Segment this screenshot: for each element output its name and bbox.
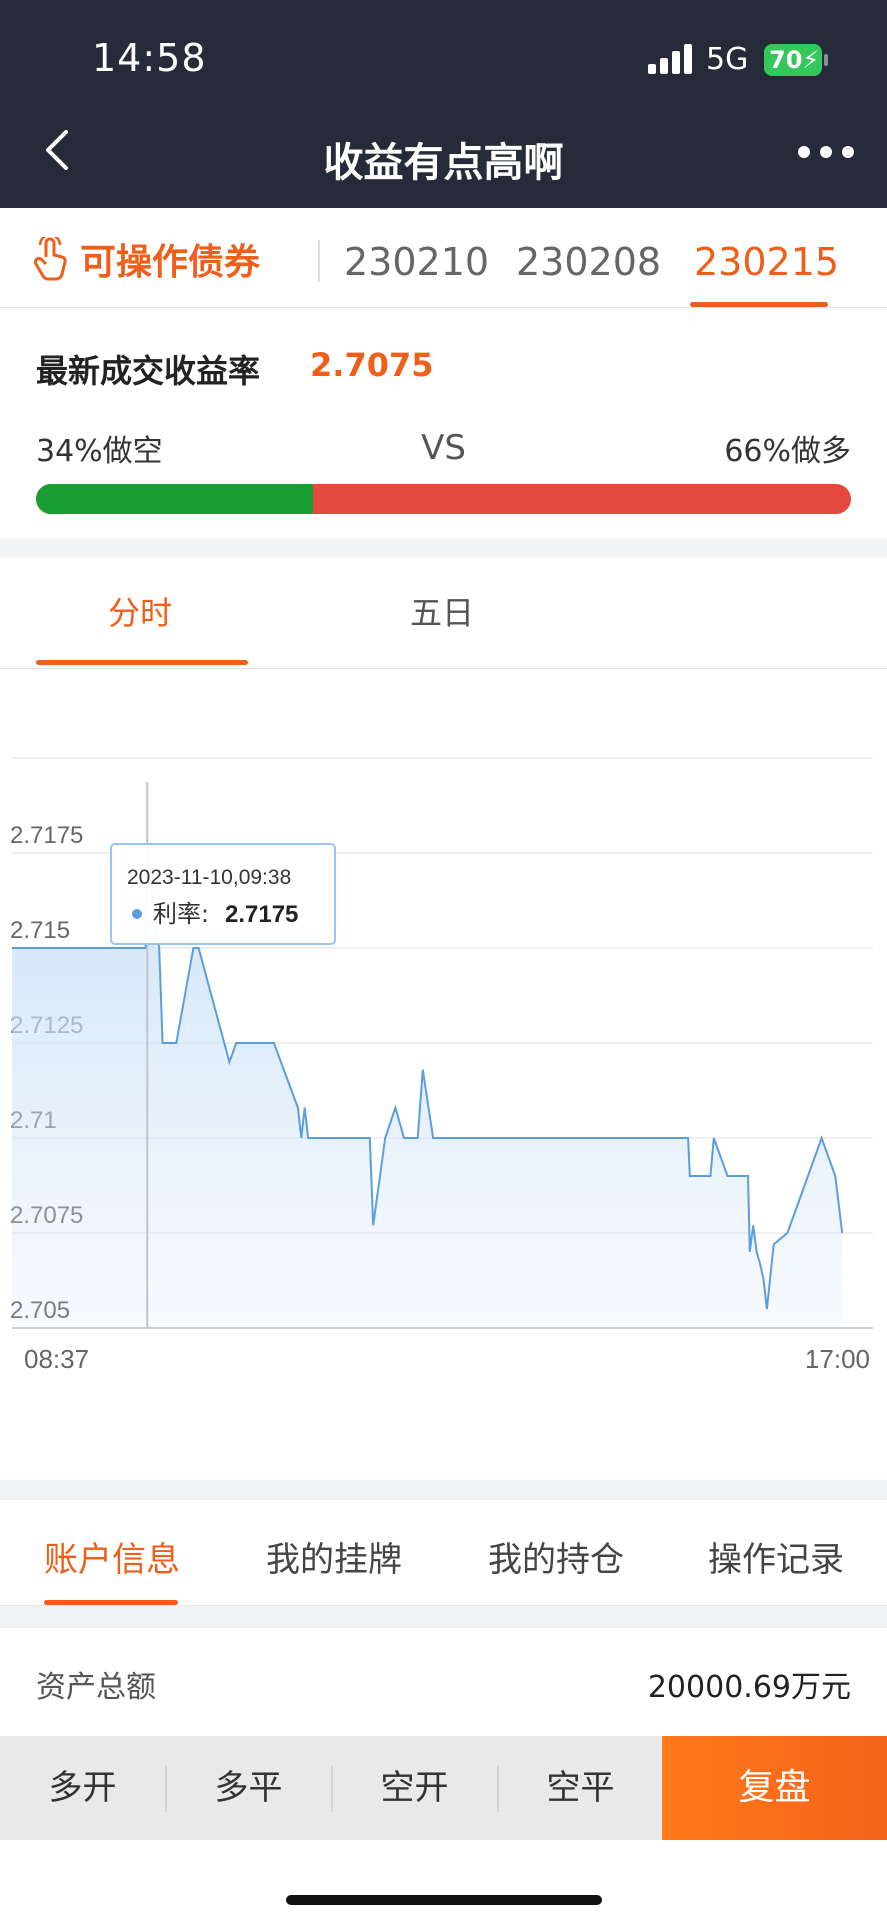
intraday-rate-chart[interactable]: 2.71752.7152.71252.712.70752.70508:3717:… — [0, 738, 887, 1480]
latest-rate-value: 2.7075 — [310, 346, 434, 384]
y-tick-label: 2.7175 — [10, 822, 83, 849]
page-title: 收益有点高啊 — [323, 140, 564, 186]
tab-intraday[interactable]: 分时 — [108, 588, 172, 634]
tab-my-positions[interactable]: 我的持仓 — [488, 1532, 624, 1581]
operable-bonds-text: 可操作债券 — [80, 242, 261, 283]
top-bar: 14:58 5G 70⚡ 收益有点高啊 — [0, 0, 887, 208]
bond-tab-230210[interactable]: 230210 — [344, 240, 489, 284]
tooltip-value: 2.7175 — [225, 901, 298, 928]
account-tab-underline — [44, 1600, 178, 1605]
x-tick-label: 17:00 — [805, 1344, 870, 1374]
operable-bonds-label: 可操作债券 — [32, 236, 261, 283]
tab-separator — [318, 240, 320, 282]
network-type: 5G — [706, 42, 749, 77]
tab-my-listings[interactable]: 我的挂牌 — [266, 1532, 402, 1581]
battery-icon: 70⚡ — [764, 44, 828, 76]
rate-card: 最新成交收益率 2.7075 34%做空 VS 66%做多 — [0, 308, 887, 538]
long-percent-label: 66%做多 — [724, 434, 851, 469]
tooltip-label: 利率: — [153, 900, 209, 928]
tooltip-box — [110, 843, 336, 945]
bond-tab-230215[interactable]: 230215 — [694, 240, 839, 284]
latest-rate-label: 最新成交收益率 — [36, 352, 261, 390]
tap-hand-icon — [33, 237, 67, 281]
tab-account-info[interactable]: 账户信息 — [44, 1532, 180, 1581]
open-long-button[interactable]: 多开 — [0, 1736, 165, 1840]
tab-five-day[interactable]: 五日 — [410, 588, 474, 634]
tab-operation-records[interactable]: 操作记录 — [708, 1532, 844, 1581]
y-tick-label: 2.715 — [10, 917, 70, 944]
home-area — [0, 1840, 887, 1920]
status-time: 14:58 — [92, 36, 207, 80]
short-ratio-fill — [36, 484, 314, 514]
x-tick-label: 08:37 — [24, 1344, 89, 1374]
close-short-button[interactable]: 空平 — [498, 1736, 663, 1840]
replay-button[interactable]: 复盘 — [662, 1736, 887, 1840]
account-tab-bar: 账户信息 我的挂牌 我的持仓 操作记录 — [0, 1500, 887, 1606]
battery-level: 70 — [769, 46, 803, 74]
long-short-ratio-bar — [36, 484, 851, 514]
close-long-button[interactable]: 多平 — [166, 1736, 331, 1840]
bond-tab-bar: 可操作债券 230210 230208 230215 — [0, 208, 887, 308]
total-assets-value: 20000.69万元 — [647, 1670, 851, 1705]
open-short-button[interactable]: 空开 — [332, 1736, 497, 1840]
more-options-icon[interactable] — [798, 146, 854, 160]
tooltip-date: 2023-11-10,09:38 — [127, 866, 291, 889]
charging-icon: ⚡ — [802, 46, 820, 74]
trade-action-bar: 多开 多平 空开 空平 复盘 — [0, 1736, 887, 1840]
signal-icon — [648, 44, 694, 74]
chart-tab-underline — [36, 660, 248, 665]
active-tab-underline — [690, 302, 828, 307]
home-indicator[interactable] — [286, 1895, 602, 1905]
divider — [0, 668, 887, 669]
total-assets-label: 资产总额 — [36, 1670, 156, 1705]
tooltip-series-dot — [132, 909, 142, 919]
chart-card: 分时 五日 2.71752.7152.71252.712.70752.70508… — [0, 558, 887, 1480]
total-assets-row: 资产总额 20000.69万元 — [0, 1628, 887, 1738]
bond-tab-230208[interactable]: 230208 — [516, 240, 661, 284]
